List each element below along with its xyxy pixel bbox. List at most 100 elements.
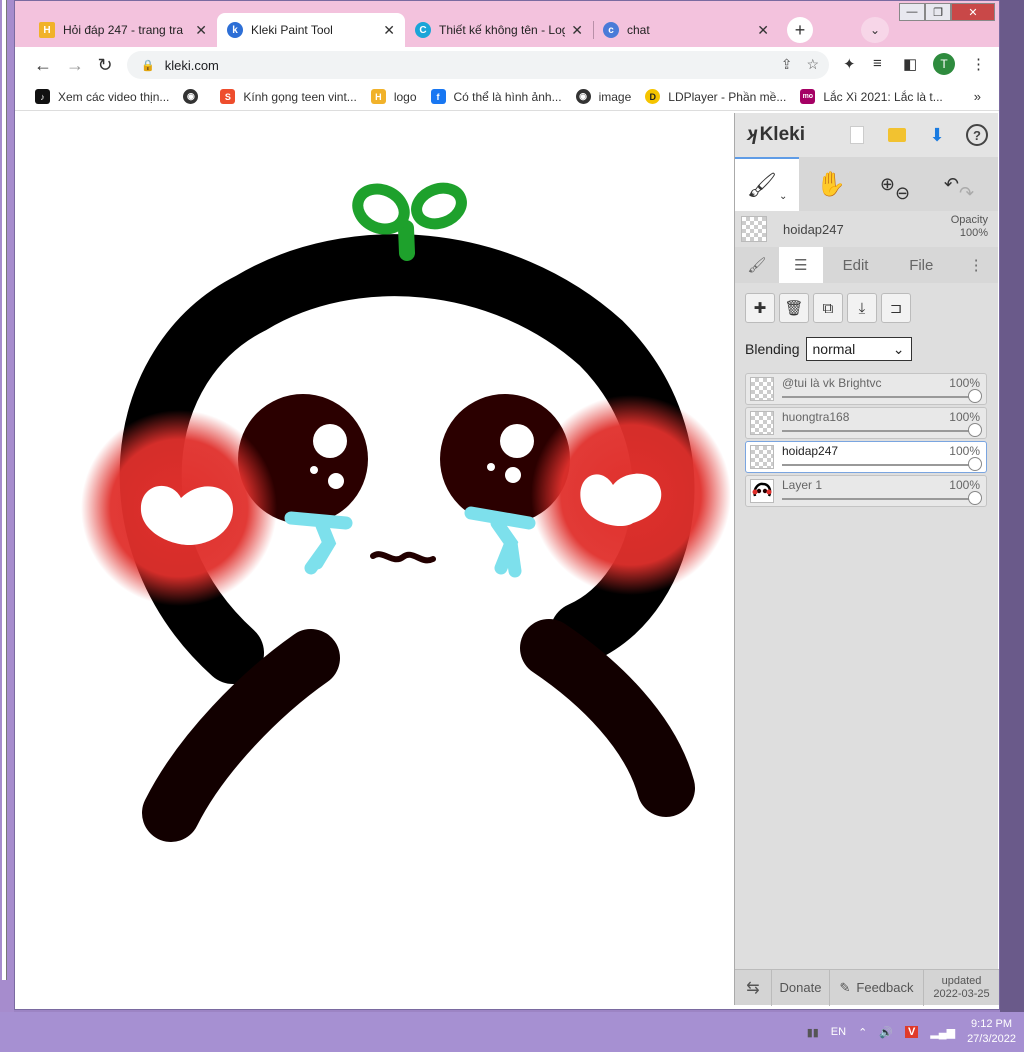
add-layer-button[interactable]: ✚	[745, 293, 775, 323]
tab-kleki[interactable]: k Kleki Paint Tool ✕	[217, 13, 405, 47]
tab-brush[interactable]: 🖌	[735, 247, 779, 283]
star-icon[interactable]: ☆	[806, 56, 819, 73]
opacity-slider-track[interactable]	[782, 464, 976, 466]
clock[interactable]: 9:12 PM 27/3/2022	[967, 1017, 1016, 1047]
opacity-slider-track[interactable]	[782, 396, 976, 398]
donate-button[interactable]: Donate	[771, 969, 829, 1006]
help-icon[interactable]: ?	[957, 113, 997, 157]
extensions-icon[interactable]: ✦	[843, 55, 856, 73]
close-icon[interactable]: ✕	[757, 22, 769, 39]
zoom-out-icon[interactable]: ⊖	[895, 183, 910, 204]
opacity-slider-handle[interactable]	[968, 457, 982, 471]
minimize-icon[interactable]: —	[899, 3, 925, 21]
kleki-logo[interactable]: ʞ Kleki	[747, 124, 827, 146]
layer-item[interactable]: Layer 1 100%	[745, 475, 987, 507]
drawing-canvas[interactable]	[21, 113, 734, 1005]
desktop-right-strip	[1000, 0, 1024, 1012]
duplicate-layer-button[interactable]: ⧉	[813, 293, 843, 323]
tab-hoidap[interactable]: H Hỏi đáp 247 - trang tra ✕	[29, 13, 217, 47]
share-icon[interactable]: ⇪	[781, 56, 793, 73]
antivirus-icon[interactable]: V	[905, 1026, 919, 1038]
layer-name: Layer 1	[782, 478, 823, 492]
media-control-icon[interactable]: ≡	[873, 55, 882, 72]
tab-chat[interactable]: c chat ✕	[593, 13, 779, 47]
background-window-edge	[2, 0, 7, 980]
windows-taskbar: ▮▮ EN ⌃ 🔊 V ▂▄▆ 9:12 PM 27/3/2022	[0, 1012, 1024, 1052]
opacity-slider-handle[interactable]	[968, 491, 982, 505]
bookmark-logo[interactable]: Hlogo	[370, 89, 417, 104]
download-icon[interactable]: ⬇	[917, 113, 957, 157]
globe-icon: ◉	[183, 89, 199, 104]
updated-label: updated	[941, 974, 982, 987]
new-file-icon[interactable]	[837, 113, 877, 157]
menu-kebab-icon[interactable]: ⋮	[971, 55, 986, 73]
volume-icon[interactable]: 🔊	[879, 1026, 893, 1039]
opacity-slider-handle[interactable]	[968, 423, 982, 437]
layer-item[interactable]: @tui là vk Brightvc 100%	[745, 373, 987, 405]
bookmark-shopee[interactable]: S Kính gọng teen vint...	[220, 89, 357, 104]
blending-select[interactable]: normal ⌄	[805, 337, 912, 361]
bookmark-momo[interactable]: mo Lắc Xì 2021: Lắc là t...	[800, 89, 943, 104]
opacity-value: 100%	[959, 227, 988, 239]
bookmark-image[interactable]: ◉ image	[575, 89, 631, 104]
forward-icon[interactable]: →	[63, 53, 87, 77]
network-icon[interactable]: ▂▄▆	[930, 1026, 955, 1039]
layer-item-active[interactable]: hoidap247 100%	[745, 441, 987, 473]
opacity-slider-handle[interactable]	[968, 389, 982, 403]
close-icon[interactable]: ✕	[195, 22, 207, 39]
blending-row: Blending normal ⌄	[745, 337, 998, 361]
swap-side-icon[interactable]: ⇆	[735, 970, 771, 1006]
updated-info[interactable]: updated 2022-03-25	[923, 969, 999, 1006]
language-indicator[interactable]: EN	[831, 1026, 846, 1038]
layer-name: hoidap247	[782, 444, 839, 458]
window-close-icon[interactable]: ✕	[951, 3, 995, 21]
reload-icon[interactable]: ↻	[93, 53, 117, 77]
merge-layer-button[interactable]: ⤓	[847, 293, 877, 323]
bookmark-globe[interactable]: ◉	[183, 89, 206, 104]
zoom-tool-button[interactable]: ⊕ ⊖	[863, 157, 927, 211]
brush-tool-button[interactable]: 🖌 ⌄	[735, 157, 799, 211]
layer-name: huongtra168	[782, 410, 850, 424]
bookmark-ldplayer[interactable]: D LDPlayer - Phần mề...	[645, 89, 786, 104]
chevron-down-icon[interactable]: ⌄	[779, 191, 787, 202]
tab-file[interactable]: File	[888, 247, 954, 283]
kleki-side-panel: ʞ Kleki ⬇ ? 🖌 ⌄ ✋ ⊕ ⊖ ↶ ↷ hoidap247 Opacity 1…	[734, 113, 999, 1006]
bookmarks-more-button[interactable]: »	[974, 89, 981, 104]
bookmark-facebook[interactable]: f Có thể là hình ảnh...	[430, 89, 562, 104]
kleki-footer: ⇆ Donate ✎ Feedback updated 2022-03-25	[735, 969, 999, 1006]
tab-title: Kleki Paint Tool	[251, 23, 333, 37]
tab-edit[interactable]: Edit	[823, 247, 889, 283]
rename-layer-button[interactable]: ⊐	[881, 293, 911, 323]
tab-canva[interactable]: C Thiết kế không tên - Log ✕	[405, 13, 593, 47]
current-layer-opacity: Opacity 100%	[951, 214, 988, 240]
feedback-button[interactable]: ✎ Feedback	[829, 969, 923, 1006]
bookmark-label: Xem các video thịn...	[58, 89, 170, 104]
maximize-icon[interactable]: ❐	[925, 3, 951, 21]
left-tear	[284, 511, 353, 575]
zoom-in-icon[interactable]: ⊕	[880, 174, 895, 195]
hand-tool-button[interactable]: ✋	[799, 157, 863, 211]
hand-icon: ✋	[816, 170, 846, 198]
new-tab-button[interactable]: +	[787, 17, 813, 43]
open-folder-icon[interactable]	[877, 113, 917, 157]
undo-icon[interactable]: ↶	[944, 174, 959, 195]
brush-icon: 🖌	[746, 171, 778, 199]
opacity-slider-track[interactable]	[782, 498, 976, 500]
bookmark-tiktok[interactable]: ♪ Xem các video thịn...	[35, 89, 169, 104]
back-icon[interactable]: ←	[31, 53, 55, 77]
tab-search-button[interactable]: ⌄	[861, 17, 889, 43]
redo-icon[interactable]: ↷	[959, 183, 974, 204]
address-bar[interactable]: 🔒 kleki.com ⇪ ☆	[127, 51, 829, 79]
clock-time: 9:12 PM	[971, 1018, 1013, 1030]
side-panel-icon[interactable]: ◧	[903, 55, 917, 73]
tab-more[interactable]: ⋮	[954, 247, 998, 283]
tab-layers[interactable]: ☰	[778, 247, 823, 283]
layer-item[interactable]: huongtra168 100%	[745, 407, 987, 439]
profile-avatar[interactable]: T	[933, 53, 955, 75]
close-icon[interactable]: ✕	[383, 22, 395, 39]
delete-layer-button[interactable]: 🗑	[779, 293, 809, 323]
close-icon[interactable]: ✕	[571, 22, 583, 39]
opacity-slider-track[interactable]	[782, 430, 976, 432]
eye-highlight	[328, 473, 344, 489]
chevron-up-icon[interactable]: ⌃	[858, 1026, 867, 1039]
